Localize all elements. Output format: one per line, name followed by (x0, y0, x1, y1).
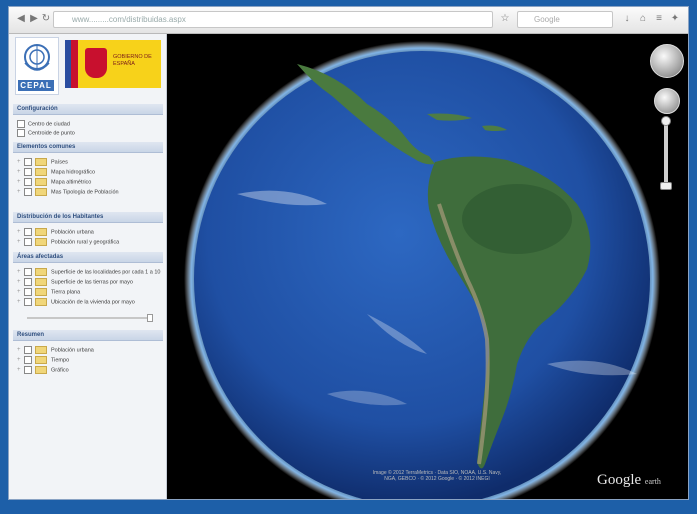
checkbox[interactable] (17, 129, 25, 137)
layer-item[interactable]: + Mas Tipología de Población (17, 188, 165, 196)
globe[interactable] (167, 34, 688, 499)
expand-icon[interactable]: + (17, 158, 24, 166)
section-header-areas[interactable]: Áreas afectadas (13, 252, 163, 263)
layer-item[interactable]: + Gráfico (17, 366, 165, 374)
earth-viewer[interactable]: Image © 2012 TerraMetrics · Data SIO, NO… (167, 34, 688, 499)
folder-icon (35, 228, 47, 236)
section-header-distribucion[interactable]: Distribución de los Habitantes (13, 212, 163, 223)
cepal-label: CEPAL (18, 80, 54, 91)
slider-thumb[interactable] (147, 314, 153, 322)
folder-icon (35, 158, 47, 166)
checkbox[interactable] (24, 268, 32, 276)
compass-navigation-icon[interactable] (650, 44, 684, 78)
layer-item[interactable]: + Tierra plana (17, 288, 165, 296)
browser-window: ◀ ▶ ↻ www.........com/distribuidas.aspx … (8, 6, 689, 500)
folder-icon (35, 346, 47, 354)
layer-item[interactable]: + Población urbana (17, 346, 165, 354)
bookmark-icon[interactable]: ✦ (669, 13, 681, 25)
layer-item[interactable]: + Ubicación de la vivienda por mayo (17, 298, 165, 306)
section-header-elementos[interactable]: Elementos comunes (13, 142, 163, 153)
spain-label: GOBIERNO DE ESPAÑA (113, 54, 152, 67)
option-item[interactable]: Centro de ciudad (17, 120, 165, 128)
reload-icon[interactable]: ↻ (40, 13, 52, 25)
layer-item[interactable]: + Superficie de las tierras por mayo (17, 278, 165, 286)
expand-icon[interactable]: + (17, 288, 24, 296)
layer-item[interactable]: + Superficie de las localidades por cada … (17, 268, 165, 276)
folder-icon (35, 178, 47, 186)
expand-icon[interactable]: + (17, 346, 24, 354)
menu-icon[interactable]: ≡ (653, 13, 665, 25)
checkbox[interactable] (24, 278, 32, 286)
look-control-icon[interactable] (654, 88, 680, 114)
star-icon[interactable]: ☆ (499, 13, 511, 25)
zoom-slider-thumb[interactable] (660, 182, 672, 190)
layer-item[interactable]: + Mapa hidrográfico (17, 168, 165, 176)
logos: CEPAL GOBIERNO DE ESPAÑA (13, 37, 163, 99)
sidebar: CEPAL GOBIERNO DE ESPAÑA Configuración C… (9, 34, 167, 499)
checkbox[interactable] (24, 178, 32, 186)
folder-icon (35, 278, 47, 286)
checkbox[interactable] (24, 188, 32, 196)
url-bar[interactable]: www.........com/distribuidas.aspx (53, 11, 493, 28)
expand-icon[interactable]: + (17, 228, 24, 236)
opacity-slider[interactable] (17, 314, 159, 322)
checkbox[interactable] (24, 346, 32, 354)
search-bar[interactable]: Google (517, 11, 613, 28)
expand-icon[interactable]: + (17, 178, 24, 186)
folder-icon (35, 188, 47, 196)
checkbox[interactable] (17, 120, 25, 128)
folder-icon (35, 168, 47, 176)
folder-icon (35, 298, 47, 306)
option-item[interactable]: Centroide de punto (17, 129, 165, 137)
zoom-in-icon[interactable] (661, 116, 671, 126)
folder-icon (35, 238, 47, 246)
spain-government-logo: GOBIERNO DE ESPAÑA (65, 40, 161, 88)
folder-icon (35, 268, 47, 276)
folder-icon (35, 288, 47, 296)
checkbox[interactable] (24, 168, 32, 176)
folder-icon (35, 356, 47, 364)
checkbox[interactable] (24, 238, 32, 246)
checkbox[interactable] (24, 298, 32, 306)
layer-item[interactable]: + Países (17, 158, 165, 166)
expand-icon[interactable]: + (17, 238, 24, 246)
checkbox[interactable] (24, 228, 32, 236)
layer-item[interactable]: + Mapa altimétrico (17, 178, 165, 186)
coat-of-arms-icon (85, 48, 107, 78)
checkbox[interactable] (24, 288, 32, 296)
back-icon[interactable]: ◀ (15, 13, 27, 25)
checkbox[interactable] (24, 366, 32, 374)
slider-track[interactable] (27, 317, 147, 319)
expand-icon[interactable]: + (17, 268, 24, 276)
folder-icon (35, 366, 47, 374)
expand-icon[interactable]: + (17, 188, 24, 196)
layer-item[interactable]: + Población rural y geográfica (17, 238, 165, 246)
checkbox[interactable] (24, 158, 32, 166)
expand-icon[interactable]: + (17, 168, 24, 176)
expand-icon[interactable]: + (17, 366, 24, 374)
layer-item[interactable]: + Tiempo (17, 356, 165, 364)
home-icon[interactable]: ⌂ (637, 13, 649, 25)
un-logo: CEPAL (15, 37, 59, 95)
browser-toolbar: ◀ ▶ ↻ www.........com/distribuidas.aspx … (9, 7, 688, 34)
map-attribution: Image © 2012 TerraMetrics · Data SIO, NO… (372, 470, 502, 482)
forward-icon[interactable]: ▶ (28, 13, 40, 25)
zoom-slider[interactable] (664, 120, 668, 186)
expand-icon[interactable]: + (17, 298, 24, 306)
layer-item[interactable]: + Población urbana (17, 228, 165, 236)
section-header-configuracion[interactable]: Configuración (13, 104, 163, 115)
expand-icon[interactable]: + (17, 278, 24, 286)
section-header-resumen[interactable]: Resumen (13, 330, 163, 341)
checkbox[interactable] (24, 356, 32, 364)
download-icon[interactable]: ↓ (621, 13, 633, 25)
google-earth-logo: Google earth (597, 472, 661, 488)
expand-icon[interactable]: + (17, 356, 24, 364)
